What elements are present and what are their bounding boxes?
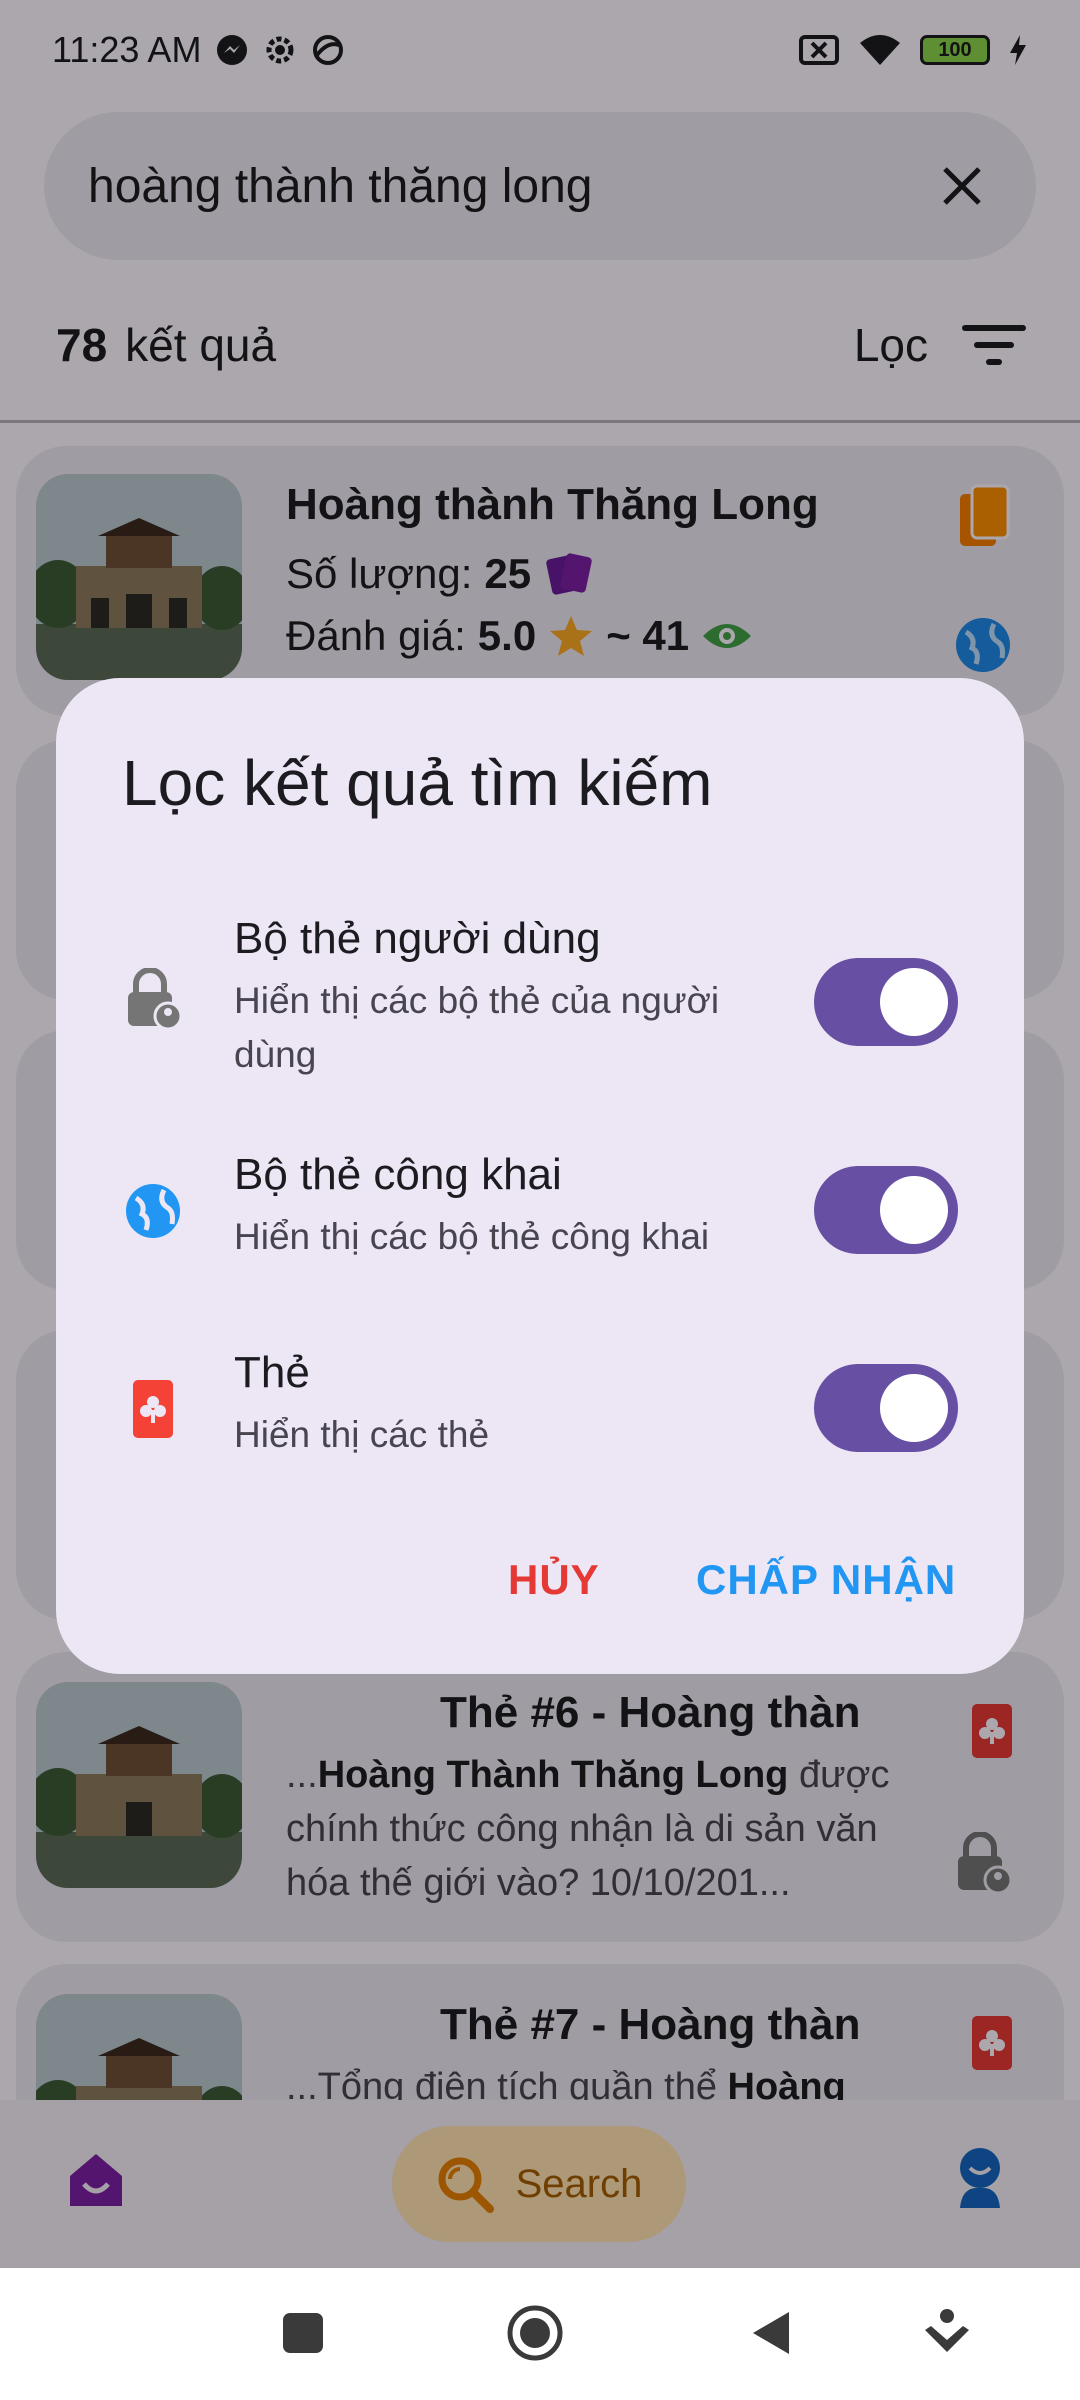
toggle-knob <box>880 1374 948 1442</box>
app-screen: 11:23 AM 100 hoàng thành thăng long 78 k… <box>0 0 1080 2268</box>
assist-button[interactable] <box>912 2298 982 2368</box>
option-subtitle: Hiển thị các bộ thẻ của người dùng <box>234 980 720 1075</box>
system-navigation-bar <box>0 2268 1080 2400</box>
lock-person-icon <box>120 966 186 1032</box>
toggle-knob <box>880 968 948 1036</box>
option-user-decks[interactable]: Bộ thẻ người dùng Hiển thị các bộ thẻ củ… <box>56 914 1024 1084</box>
square-icon <box>283 2313 323 2353</box>
option-title: Bộ thẻ công khai <box>234 1150 562 1199</box>
cancel-button[interactable]: HỦY <box>508 1556 600 1604</box>
option-cards[interactable]: Thẻ Hiển thị các thẻ <box>56 1348 1024 1468</box>
recents-button[interactable] <box>268 2298 338 2368</box>
toggle-knob <box>880 1176 948 1244</box>
back-triangle-icon <box>753 2312 789 2354</box>
dialog-title: Lọc kết quả tìm kiếm <box>122 747 713 819</box>
cards-toggle[interactable] <box>814 1364 958 1452</box>
club-card-icon <box>120 1376 186 1442</box>
option-subtitle: Hiển thị các thẻ <box>234 1414 490 1455</box>
circle-icon <box>507 2305 563 2361</box>
public-decks-toggle[interactable] <box>814 1166 958 1254</box>
back-button[interactable] <box>736 2298 806 2368</box>
option-title: Thẻ <box>234 1348 310 1397</box>
globe-icon <box>120 1178 186 1244</box>
home-system-button[interactable] <box>500 2298 570 2368</box>
user-decks-toggle[interactable] <box>814 958 958 1046</box>
accept-button[interactable]: CHẤP NHẬN <box>696 1556 956 1604</box>
option-public-decks[interactable]: Bộ thẻ công khai Hiển thị các bộ thẻ côn… <box>56 1150 1024 1270</box>
option-title: Bộ thẻ người dùng <box>234 914 601 963</box>
chevron-down-icon <box>925 2309 969 2352</box>
option-subtitle: Hiển thị các bộ thẻ công khai <box>234 1216 710 1257</box>
filter-dialog: Lọc kết quả tìm kiếm Bộ thẻ người dùng H… <box>56 678 1024 1674</box>
